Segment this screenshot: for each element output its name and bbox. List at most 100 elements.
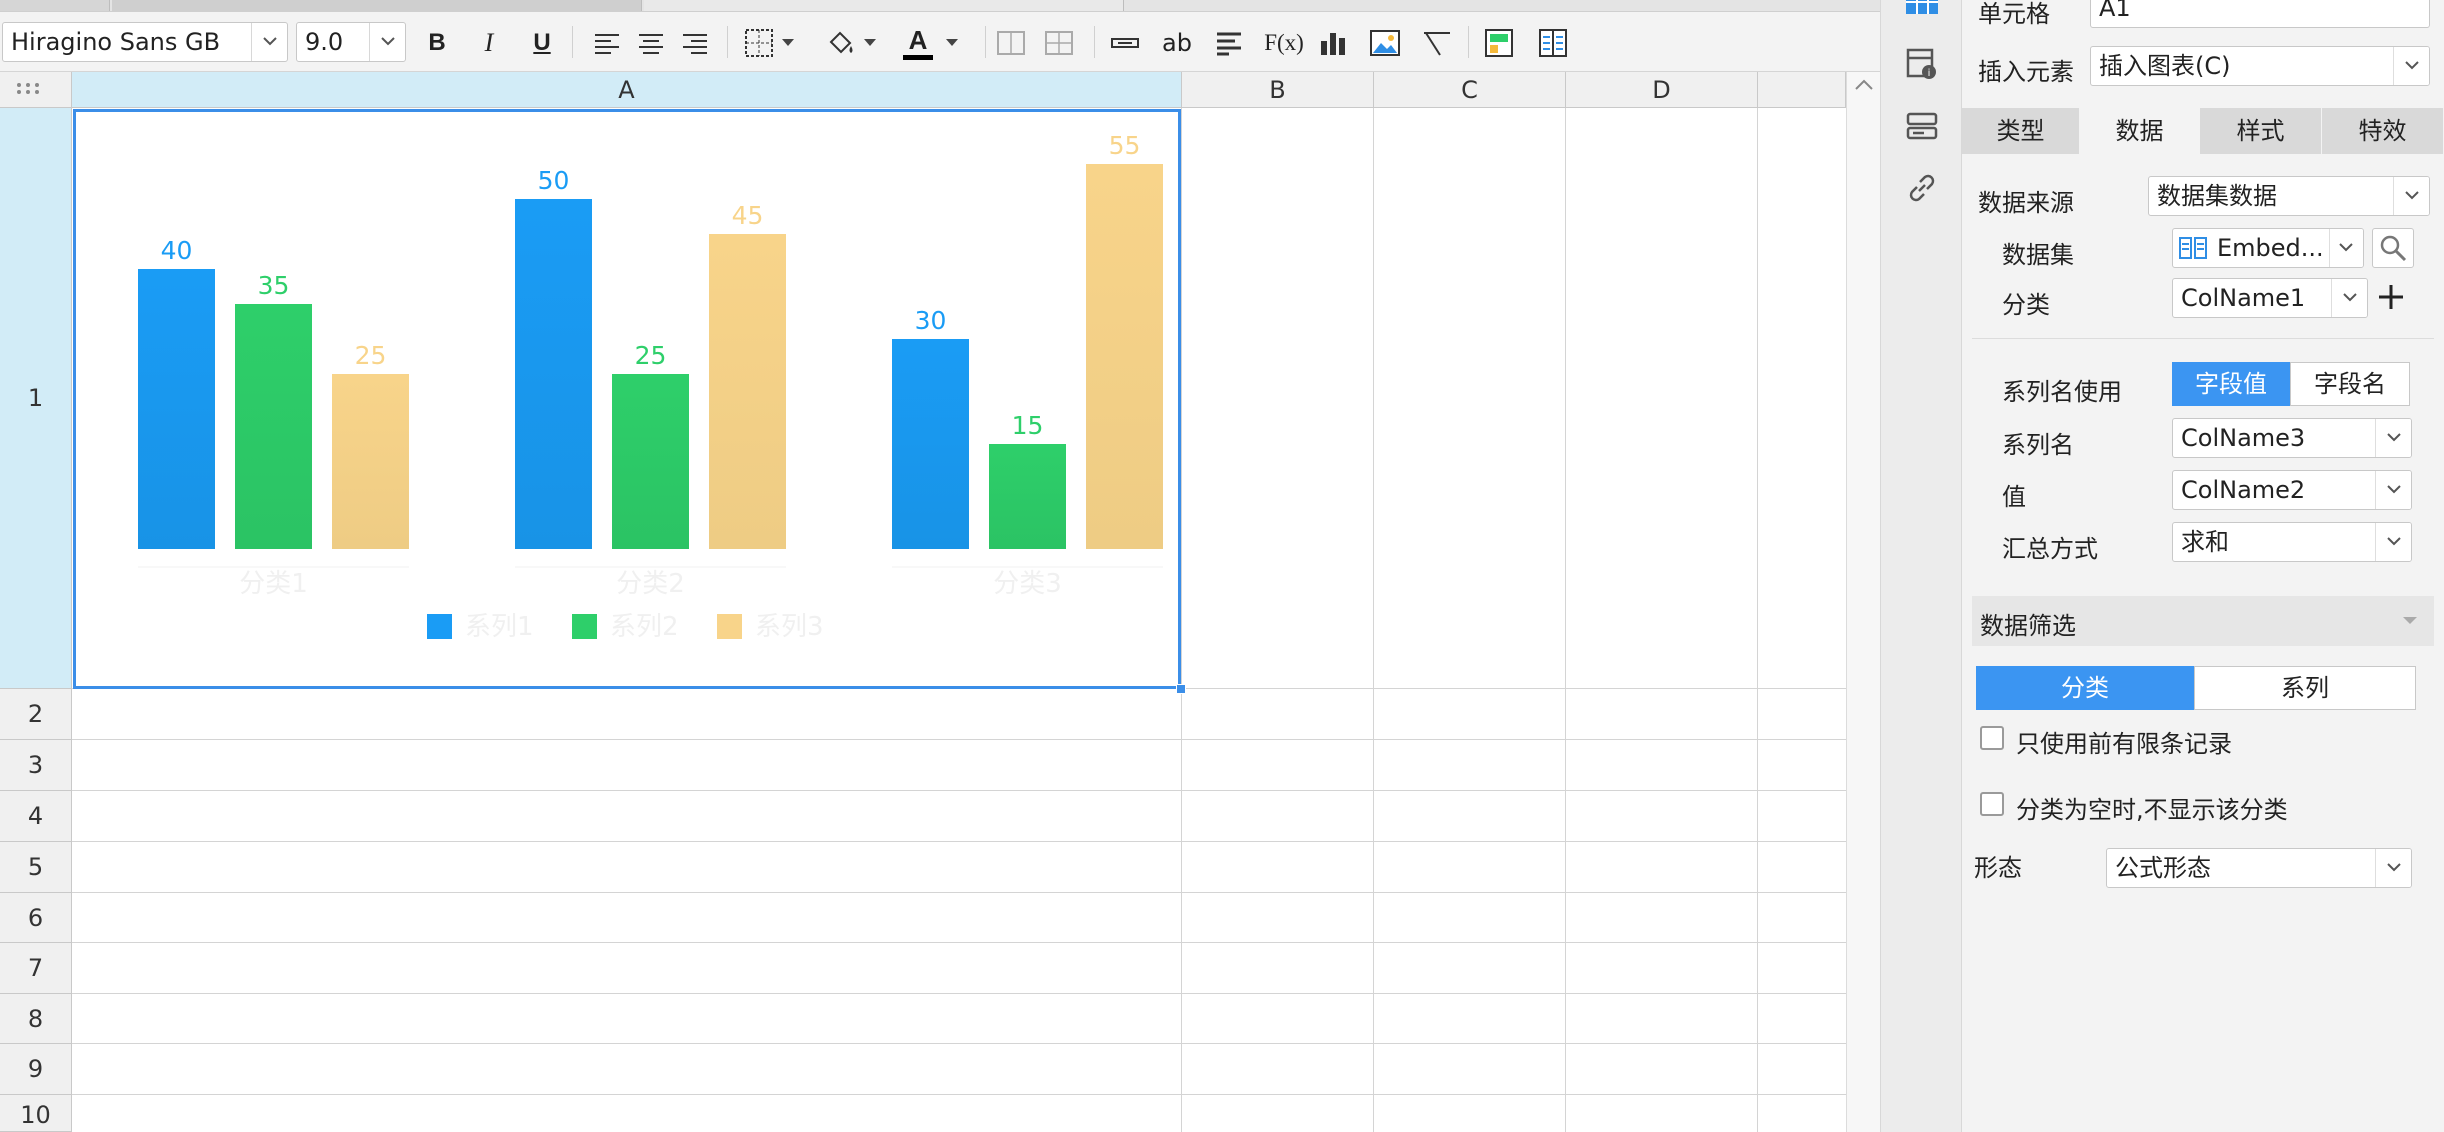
chevron-down-icon[interactable]: [2331, 279, 2367, 317]
italic-button[interactable]: I: [470, 24, 508, 62]
top-records-label: 只使用前有限条记录: [2016, 730, 2232, 758]
bar-chart-icon: [1321, 33, 1345, 55]
text-button[interactable]: ab: [1158, 24, 1196, 62]
grid-line: [72, 993, 1846, 994]
chevron-down-icon[interactable]: [2393, 47, 2429, 85]
float-element-button[interactable]: [1480, 24, 1518, 62]
chevron-down-icon[interactable]: [251, 23, 287, 61]
data-source-select[interactable]: 数据集数据: [2148, 176, 2430, 216]
rich-text-button[interactable]: [1210, 24, 1248, 62]
summary-select[interactable]: 求和: [2172, 522, 2412, 562]
font-size-select[interactable]: 9.0: [296, 22, 406, 62]
row-header-4[interactable]: 4: [0, 791, 72, 842]
link-icon[interactable]: [1904, 170, 1940, 206]
series-name-select[interactable]: ColName3: [2172, 418, 2412, 458]
slash-button[interactable]: [1418, 24, 1456, 62]
dataset-value: Embed...: [2217, 234, 2324, 262]
dataset-search-button[interactable]: [2372, 228, 2414, 268]
fill-color-button[interactable]: [822, 24, 860, 62]
row-header-7[interactable]: 7: [0, 943, 72, 994]
row-header-10[interactable]: 10: [0, 1095, 72, 1132]
row-header-6[interactable]: 6: [0, 893, 72, 943]
align-right-button[interactable]: [676, 24, 714, 62]
row-header-2[interactable]: 2: [0, 689, 72, 740]
column-header-a[interactable]: A: [72, 72, 1182, 108]
window-tab[interactable]: [0, 0, 110, 11]
value-select[interactable]: ColName2: [2172, 470, 2412, 510]
field-value-toggle[interactable]: 字段值: [2172, 362, 2290, 406]
merge-cells-button[interactable]: [992, 24, 1030, 62]
window-tab[interactable]: [644, 0, 1124, 11]
align-right-icon: [683, 34, 707, 54]
tab-style[interactable]: 样式: [2200, 108, 2322, 154]
empty-category-checkbox[interactable]: [1980, 792, 2004, 816]
insert-element-select[interactable]: 插入图表(C): [2090, 46, 2430, 86]
border-dropdown[interactable]: [776, 24, 800, 62]
field-name-toggle[interactable]: 字段名: [2290, 362, 2410, 406]
row-header-3[interactable]: 3: [0, 740, 72, 791]
chevron-down-icon[interactable]: [2375, 849, 2411, 887]
row-header-1[interactable]: 1: [0, 108, 72, 689]
legend-label: 系列3: [755, 612, 824, 642]
chevron-down-icon[interactable]: [2393, 177, 2429, 215]
formula-button[interactable]: F(x): [1262, 24, 1306, 62]
split-cells-button[interactable]: [1040, 24, 1078, 62]
font-color-dropdown[interactable]: [940, 24, 964, 62]
select-all-corner[interactable]: [0, 72, 72, 108]
cell-field[interactable]: A1: [2090, 0, 2430, 28]
fill-color-dropdown[interactable]: [858, 24, 882, 62]
filter-tab-series[interactable]: 系列: [2194, 666, 2416, 710]
row-header-5[interactable]: 5: [0, 842, 72, 893]
column-header-empty[interactable]: [1758, 72, 1846, 108]
legend-swatch: [717, 614, 742, 639]
align-center-button[interactable]: [632, 24, 670, 62]
row-header-8[interactable]: 8: [0, 994, 72, 1044]
vertical-scrollbar[interactable]: [1846, 72, 1880, 1132]
merge-cells-icon: [997, 31, 1025, 55]
align-left-button[interactable]: [588, 24, 626, 62]
tab-effect[interactable]: 特效: [2322, 108, 2444, 154]
insert-image-button[interactable]: [1366, 24, 1404, 62]
column-header-c[interactable]: C: [1374, 72, 1566, 108]
sub-report-icon: [1539, 29, 1567, 57]
data-filter-header[interactable]: 数据筛选: [1972, 596, 2434, 646]
resize-handle[interactable]: [1176, 684, 1186, 694]
grid-line: [72, 739, 1846, 740]
bar: [515, 199, 592, 549]
widget-icon[interactable]: [1904, 108, 1940, 144]
insert-cell-button[interactable]: [1106, 24, 1144, 62]
scroll-up-icon[interactable]: [1854, 78, 1874, 92]
cell-attr-icon[interactable]: i: [1904, 46, 1940, 82]
data-source-value: 数据集数据: [2157, 182, 2277, 210]
tab-type[interactable]: 类型: [1962, 108, 2080, 154]
column-header-b[interactable]: B: [1182, 72, 1374, 108]
add-category-button[interactable]: [2376, 282, 2412, 318]
insert-chart-button[interactable]: [1314, 24, 1352, 62]
border-button[interactable]: [740, 24, 778, 62]
font-family-select[interactable]: Hiragino Sans GB: [2, 22, 288, 62]
category-select[interactable]: ColName1: [2172, 278, 2368, 318]
chevron-down-icon[interactable]: [2375, 523, 2411, 561]
chevron-down-icon[interactable]: [2375, 419, 2411, 457]
dataset-select[interactable]: Embed...: [2172, 228, 2364, 268]
chevron-down-icon[interactable]: [2375, 471, 2411, 509]
caret-down-icon: [782, 39, 794, 46]
form-select[interactable]: 公式形态: [2106, 848, 2412, 888]
tab-data[interactable]: 数据: [2080, 108, 2200, 154]
chevron-down-icon[interactable]: [369, 23, 405, 61]
row-header-9[interactable]: 9: [0, 1044, 72, 1095]
chevron-down-icon[interactable]: [2329, 229, 2363, 267]
font-color-button[interactable]: A: [899, 24, 937, 62]
bar-chart[interactable]: 40 35 25 分类1 50 25 45 分类2 30 15 55 分类3 系列1 系列2 系列3: [76, 112, 1178, 686]
chart-cell-a1[interactable]: 40 35 25 分类1 50 25 45 分类2 30 15 55 分类3 系列1 系列2 系列3: [73, 109, 1181, 689]
top-records-checkbox[interactable]: [1980, 726, 2004, 750]
spreadsheet-grid: A B C D 1 2 3 4 5 6 7 8 9 10 40 35 25 分类…: [0, 72, 1880, 1132]
column-header-d[interactable]: D: [1566, 72, 1758, 108]
grid-icon[interactable]: [1904, 0, 1940, 28]
bold-button[interactable]: B: [418, 24, 456, 62]
filter-tab-category[interactable]: 分类: [1976, 666, 2194, 710]
image-icon: [1370, 30, 1400, 56]
underline-button[interactable]: U: [523, 24, 561, 62]
sub-report-button[interactable]: [1534, 24, 1572, 62]
window-tab[interactable]: [112, 0, 642, 11]
